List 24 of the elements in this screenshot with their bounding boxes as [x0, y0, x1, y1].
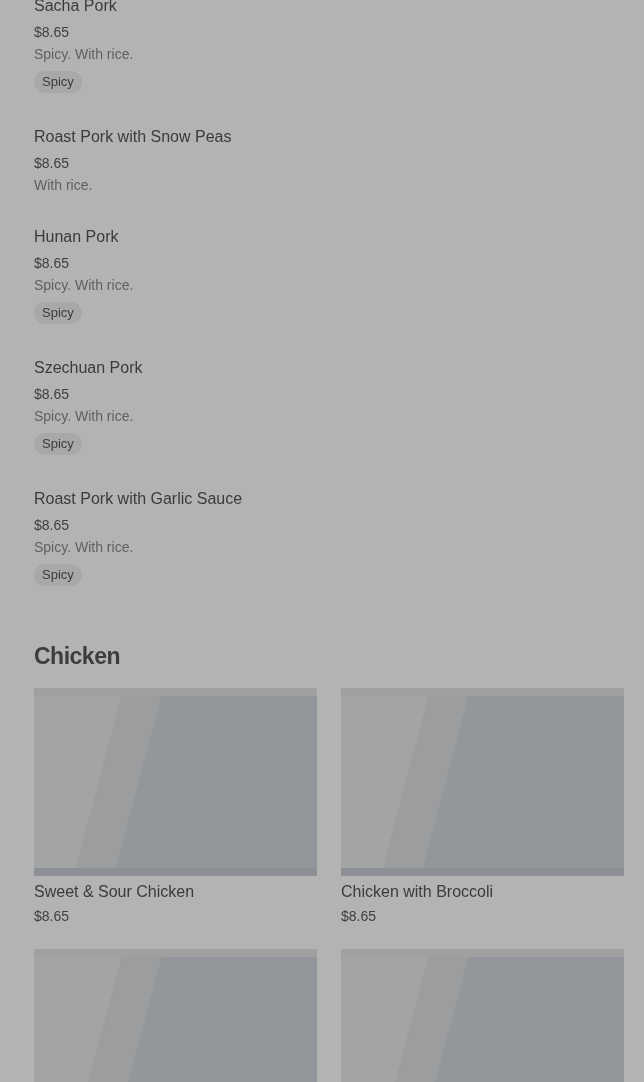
item-description: With rice. [34, 177, 93, 193]
section-heading: Chicken [34, 642, 120, 670]
item-name[interactable]: Szechuan Pork [34, 358, 143, 378]
item-name[interactable]: Hunan Pork [34, 227, 119, 247]
item-price: $8.65 [34, 386, 70, 402]
item-price: $8.65 [34, 517, 70, 533]
tag: Spicy [34, 302, 82, 324]
item-price: $8.65 [34, 24, 70, 40]
item-price: $8.65 [34, 908, 70, 924]
item-name[interactable]: Sacha Pork [34, 0, 117, 16]
item-description: Spicy. With rice. [34, 277, 134, 293]
item-name[interactable]: Chicken with Broccoli [341, 882, 494, 902]
tag: Spicy [34, 564, 82, 586]
item-description: Spicy. With rice. [34, 46, 134, 62]
item-price: $8.65 [34, 155, 70, 171]
item-description: Spicy. With rice. [34, 539, 134, 555]
tag: Spicy [34, 71, 82, 93]
item-name[interactable]: Roast Pork with Garlic Sauce [34, 489, 243, 509]
item-name[interactable]: Roast Pork with Snow Peas [34, 127, 232, 147]
item-name[interactable]: Sweet & Sour Chicken [34, 882, 195, 902]
item-price: $8.65 [34, 255, 70, 271]
item-price: $8.65 [341, 908, 377, 924]
item-description: Spicy. With rice. [34, 408, 134, 424]
tag: Spicy [34, 433, 82, 455]
